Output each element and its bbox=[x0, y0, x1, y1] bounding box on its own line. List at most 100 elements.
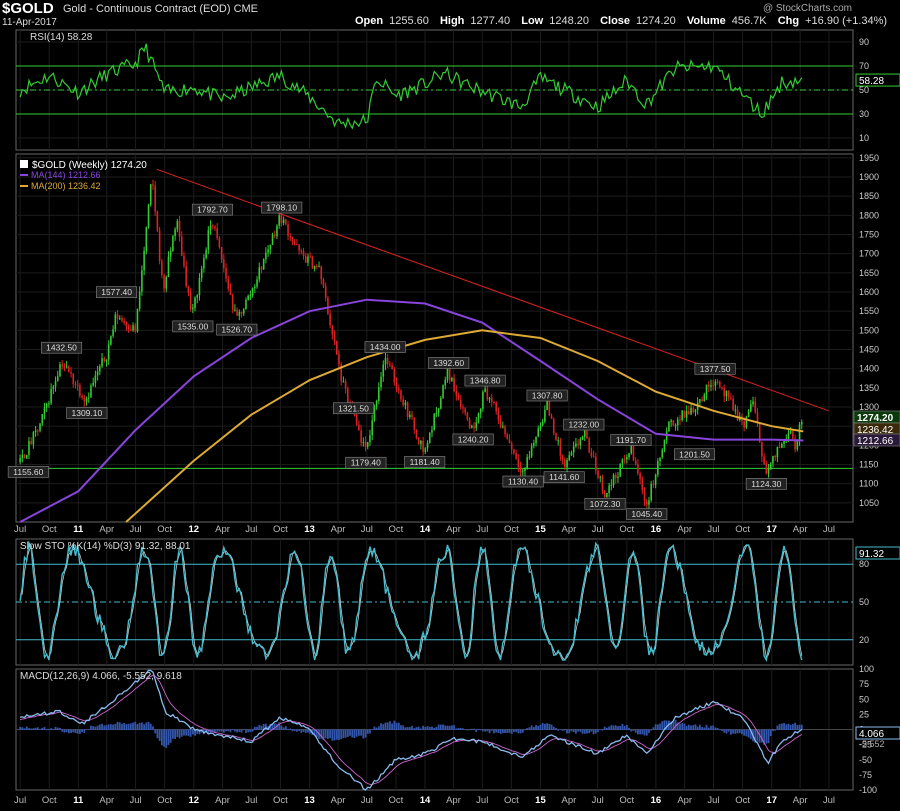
macd-hist-bar bbox=[90, 725, 92, 730]
x-axis-tick-label: Jul bbox=[245, 795, 257, 806]
macd-hist-bar bbox=[191, 729, 194, 735]
macd-hist-bar bbox=[632, 729, 635, 731]
macd-hist-bar bbox=[639, 729, 642, 735]
macd-hist-bar bbox=[588, 729, 591, 734]
macd-hist-bar bbox=[360, 729, 363, 736]
macd-hist-bar bbox=[521, 729, 524, 733]
macd-hist-bar bbox=[791, 724, 794, 730]
price-annotation-label: 1124.30 bbox=[751, 479, 781, 489]
candle-body bbox=[601, 476, 604, 491]
macd-hist-bar bbox=[690, 725, 692, 730]
candle-body bbox=[183, 255, 185, 266]
macd-hist-bar bbox=[470, 728, 473, 730]
macd-hist-bar bbox=[225, 729, 227, 732]
macd-hist-bar bbox=[459, 728, 462, 730]
macd-hist-bar bbox=[388, 721, 391, 730]
macd-hist-bar bbox=[249, 729, 252, 733]
candle-body bbox=[471, 425, 473, 428]
candle-body bbox=[650, 484, 652, 501]
candle-body bbox=[338, 354, 340, 365]
candle-body bbox=[112, 329, 114, 337]
candle-body bbox=[437, 408, 440, 413]
macd-hist-bar bbox=[479, 729, 482, 731]
x-axis-tick-label: Oct bbox=[735, 524, 750, 535]
candle-body bbox=[431, 429, 433, 433]
candle-body bbox=[81, 395, 83, 398]
candle-body bbox=[617, 476, 619, 478]
candle-body bbox=[174, 229, 176, 237]
candle-body bbox=[570, 452, 573, 456]
macd-hist-bar bbox=[222, 729, 225, 733]
macd-hist-bar bbox=[738, 729, 741, 734]
candle-body bbox=[672, 420, 675, 426]
candle-body bbox=[380, 376, 382, 388]
macd-hist-bar bbox=[566, 729, 568, 734]
macd-hist-bar bbox=[493, 729, 495, 734]
candle-body bbox=[30, 440, 32, 445]
candle-body bbox=[167, 256, 170, 278]
price-annotation-label: 1309.10 bbox=[71, 408, 102, 418]
macd-hist-bar bbox=[28, 728, 30, 730]
candle-body bbox=[107, 344, 110, 360]
macd-hist-bar bbox=[592, 729, 595, 735]
candle-body bbox=[541, 421, 544, 426]
macd-hist-bar bbox=[484, 729, 487, 732]
macd-hist-bar bbox=[743, 729, 746, 736]
candle-body bbox=[247, 295, 249, 300]
x-axis-tick-label: Oct bbox=[389, 795, 404, 806]
candle-body bbox=[68, 366, 70, 373]
x-axis-tick-label: Jul bbox=[707, 795, 719, 806]
candle-body bbox=[444, 379, 447, 386]
candle-body bbox=[411, 414, 413, 418]
candle-body bbox=[369, 435, 371, 443]
sto-tick-label: 20 bbox=[859, 635, 869, 645]
candle-body bbox=[282, 219, 285, 224]
x-axis-tick-label: 13 bbox=[304, 795, 315, 806]
candle-body bbox=[714, 381, 717, 386]
candle-body bbox=[688, 410, 690, 415]
macd-hist-bar bbox=[39, 729, 41, 730]
macd-hist-bar bbox=[462, 728, 464, 730]
candle-body bbox=[579, 439, 582, 445]
candle-body bbox=[203, 258, 205, 269]
x-axis-tick-label: Jul bbox=[823, 524, 835, 535]
macd-hist-bar bbox=[741, 729, 743, 735]
candle-body bbox=[313, 265, 316, 269]
macd-hist-bar bbox=[594, 729, 597, 734]
macd-hist-bar bbox=[355, 729, 358, 737]
macd-hist-bar bbox=[233, 729, 236, 732]
macd-hist-bar bbox=[437, 724, 440, 730]
candle-body bbox=[433, 414, 435, 430]
x-axis-tick-label: 12 bbox=[188, 795, 199, 806]
candle-body bbox=[488, 398, 491, 400]
candle-body bbox=[296, 244, 298, 246]
candle-body bbox=[304, 256, 307, 263]
candle-body bbox=[685, 410, 688, 418]
candle-body bbox=[606, 493, 608, 497]
x-axis-tick-label: Jul bbox=[476, 524, 488, 535]
candle-body bbox=[382, 364, 385, 377]
x-axis-tick-label: Jul bbox=[592, 524, 604, 535]
macd-hist-bar bbox=[433, 727, 436, 730]
candle-body bbox=[628, 453, 630, 458]
candle-body bbox=[535, 436, 537, 443]
price-annotation-label: 1201.50 bbox=[679, 449, 710, 459]
macd-hist-bar bbox=[351, 729, 354, 738]
macd-hist-bar bbox=[559, 729, 562, 731]
macd-hist-bar bbox=[149, 723, 152, 730]
macd-hist-bar bbox=[231, 729, 234, 731]
x-axis-tick-label: 15 bbox=[535, 795, 546, 806]
macd-hist-bar bbox=[710, 725, 712, 730]
candle-body bbox=[486, 388, 489, 400]
macd-hist-bar bbox=[435, 727, 438, 730]
sto-tick-label: 50 bbox=[859, 597, 869, 607]
macd-hist-bar bbox=[422, 725, 425, 730]
candle-body bbox=[705, 384, 708, 395]
macd-hist-bar bbox=[167, 729, 170, 745]
macd-hist-bar bbox=[466, 729, 469, 731]
macd-hist-bar bbox=[550, 724, 553, 730]
x-axis-tick-label: Oct bbox=[619, 524, 634, 535]
macd-hist-bar bbox=[138, 722, 141, 730]
macd-hist-bar bbox=[707, 727, 710, 730]
macd-hist-bar bbox=[736, 729, 739, 734]
